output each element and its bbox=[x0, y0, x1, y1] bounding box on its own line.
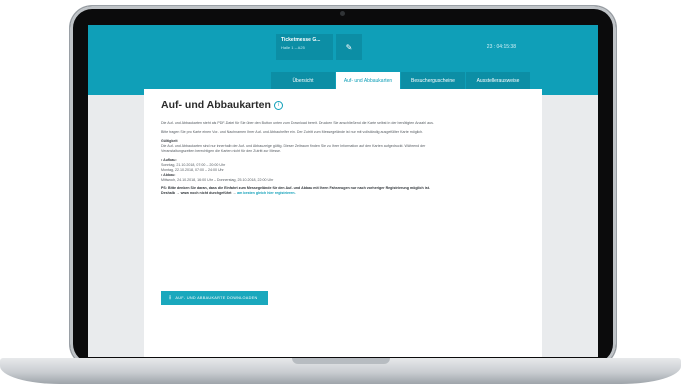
tab-visitor-vouchers[interactable]: Besucherguscheine bbox=[401, 72, 465, 89]
page-title: Auf- und Abbaukarten i bbox=[161, 99, 283, 111]
setup-label-text: Aufbau: bbox=[163, 158, 177, 162]
edit-event-button[interactable]: ✎ bbox=[336, 34, 362, 60]
tab-setup-cards[interactable]: Auf- und Abbaukarten bbox=[336, 72, 400, 89]
info-icon[interactable]: i bbox=[273, 100, 283, 110]
tab-exhibitor-passes[interactable]: Ausstellerausweise bbox=[466, 72, 530, 89]
tab-bar: Übersicht Auf- und Abbaukarten Besucherg… bbox=[271, 72, 531, 89]
camera-icon bbox=[340, 11, 345, 16]
event-location: Halle 1 – A25 bbox=[281, 45, 305, 50]
download-button-label: AUF- UND ABBAUKARTE DOWNLOADEN bbox=[175, 296, 258, 300]
intro-text: Die Auf- und Abbaukarten steht als PDF-D… bbox=[161, 121, 434, 125]
validity-text: Die Auf- und Abbaukarten sind nur innerh… bbox=[161, 144, 426, 153]
pencil-icon: ✎ bbox=[345, 42, 353, 52]
event-name: Ticketmesse G... bbox=[281, 37, 321, 43]
teardown-date: Mittwoch, 24.10.2018, 16:00 Uhr – Donner… bbox=[161, 178, 274, 182]
download-icon: ⭳ bbox=[169, 295, 172, 301]
main-content: Auf- und Abbaukarten i Die Auf- und Abbau… bbox=[144, 89, 542, 357]
page-title-text: Auf- und Abbaukarten bbox=[161, 99, 271, 111]
laptop-notch bbox=[292, 358, 390, 364]
ps-note: PS: Bitte denken Sie daran, dass die Ein… bbox=[161, 186, 439, 196]
instruction-text: Bitte tragen Sie pro Karte einen Vor- un… bbox=[161, 130, 424, 134]
app-header: Ticketmesse G... Halle 1 – A25 ✎ 23 : 04… bbox=[88, 25, 598, 95]
browser-viewport: Ticketmesse G... Halle 1 – A25 ✎ 23 : 04… bbox=[88, 25, 598, 357]
tab-overview[interactable]: Übersicht bbox=[271, 72, 335, 89]
event-selector[interactable]: Ticketmesse G... Halle 1 – A25 bbox=[276, 34, 333, 60]
page-body: Die Auf- und Abbaukarten steht als PDF-D… bbox=[161, 121, 439, 200]
countdown-timer: 23 : 04:15:38 bbox=[486, 44, 516, 50]
register-link[interactable]: am besten gleich hier registrieren. bbox=[237, 191, 296, 195]
teardown-label-text: Abbau: bbox=[163, 173, 176, 177]
download-button[interactable]: ⭳ AUF- UND ABBAUKARTE DOWNLOADEN bbox=[161, 291, 268, 305]
